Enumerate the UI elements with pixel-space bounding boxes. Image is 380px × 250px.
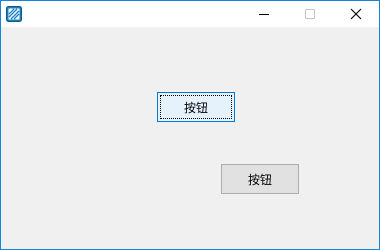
maximize-icon	[305, 9, 315, 19]
close-button[interactable]	[333, 1, 379, 27]
app-icon[interactable]	[6, 6, 22, 22]
app-window: 按钮 按钮	[0, 0, 380, 250]
close-icon	[350, 8, 362, 20]
button-2[interactable]: 按钮	[221, 164, 299, 194]
button-2-label: 按钮	[247, 172, 272, 187]
client-area: 按钮 按钮	[1, 27, 379, 249]
title-bar[interactable]	[1, 1, 379, 27]
maximize-button[interactable]	[287, 1, 333, 27]
minimize-button[interactable]	[241, 1, 287, 27]
button-1[interactable]: 按钮	[157, 92, 235, 122]
minimize-icon	[259, 14, 269, 15]
button-1-label: 按钮	[183, 100, 208, 115]
